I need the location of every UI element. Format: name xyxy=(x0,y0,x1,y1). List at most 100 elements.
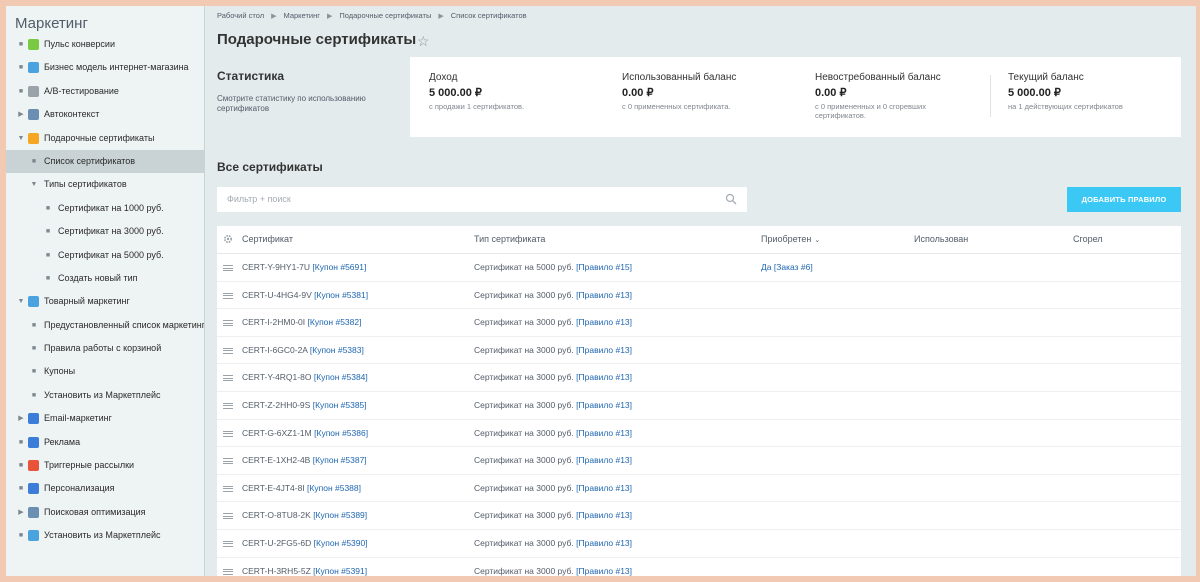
coupon-link[interactable]: [Купон #5389] xyxy=(313,510,367,520)
star-icon[interactable]: ☆ xyxy=(417,33,430,50)
gear-icon[interactable] xyxy=(223,234,233,244)
table-row: CERT-H-3RH5-5Z [Купон #5391] Сертификат н… xyxy=(217,558,1181,576)
sidebar-item[interactable]: ■ Персонализация xyxy=(6,477,204,500)
drag-handle-icon[interactable] xyxy=(223,292,233,299)
column-header[interactable]: Сгорел xyxy=(1073,234,1103,244)
sidebar-item[interactable]: ■ Сертификат на 3000 руб. xyxy=(6,220,204,243)
sidebar-item[interactable]: ▼ Типы сертификатов xyxy=(6,173,204,196)
add-rule-button[interactable]: ДОБАВИТЬ ПРАВИЛО xyxy=(1067,187,1181,212)
stat-column: Использованный баланс 0.00 ₽ с 0 примененн… xyxy=(622,72,762,111)
rule-link[interactable]: [Правило #13] xyxy=(576,538,632,548)
rule-link[interactable]: [Правило #13] xyxy=(576,510,632,520)
coupon-link[interactable]: [Купон #5383] xyxy=(310,345,364,355)
coupon-link[interactable]: [Купон #5388] xyxy=(307,483,361,493)
sidebar-item[interactable]: ■ Список сертификатов xyxy=(6,149,204,174)
sidebar-item[interactable]: ■ Создать новый тип xyxy=(6,267,204,290)
certificate-code: CERT-Y-9HY1-7U xyxy=(242,262,311,272)
rule-link[interactable]: [Правило #13] xyxy=(576,428,632,438)
rule-link[interactable]: [Правило #13] xyxy=(576,566,632,576)
drag-handle-icon[interactable] xyxy=(223,568,233,575)
chevron-down-icon: ▼ xyxy=(17,134,25,142)
certificate-cell: CERT-Z-2HH0-9S [Купон #5385] xyxy=(242,400,367,410)
sidebar-item[interactable]: ■ Правила работы с корзиной xyxy=(6,337,204,360)
certificate-code: CERT-E-4JT4-8I xyxy=(242,482,305,493)
sidebar-item[interactable]: ■ Установить из Маркетплейс xyxy=(6,524,204,547)
sidebar-item[interactable]: ▶ Автоконтекст xyxy=(6,103,204,126)
rule-link[interactable]: [Правило #13] xyxy=(576,317,632,327)
certificate-type-cell: Сертификат на 3000 руб. [Правило #13] xyxy=(474,345,632,355)
search-icon[interactable] xyxy=(725,193,737,205)
rule-link[interactable]: [Правило #15] xyxy=(576,262,632,272)
drag-handle-icon[interactable] xyxy=(223,458,233,465)
drag-handle-icon[interactable] xyxy=(223,375,233,382)
sidebar-item-label: Сертификат на 1000 руб. xyxy=(58,202,164,213)
drag-handle-icon[interactable] xyxy=(223,540,233,547)
rule-link[interactable]: [Правило #13] xyxy=(576,372,632,382)
column-header[interactable]: Тип сертификата xyxy=(474,234,545,244)
drag-handle-icon[interactable] xyxy=(223,430,233,437)
coupon-link[interactable]: [Купон #5381] xyxy=(314,290,368,300)
column-header[interactable]: Использован xyxy=(914,234,968,244)
bullet-icon: ■ xyxy=(31,157,37,165)
sidebar-item[interactable]: ■ Предустановленный список маркетингов xyxy=(6,314,204,337)
breadcrumb-item[interactable]: Подарочные сертификаты xyxy=(339,11,431,20)
sidebar-item-label: Купоны xyxy=(44,366,76,377)
coupon-link[interactable]: [Купон #5691] xyxy=(312,262,366,272)
sidebar-item[interactable]: ■ Бизнес модель интернет-магазина xyxy=(6,56,204,79)
drag-handle-icon[interactable] xyxy=(223,320,233,327)
breadcrumb-item[interactable]: Список сертификатов xyxy=(451,11,527,20)
drag-handle-icon[interactable] xyxy=(223,513,233,520)
rule-link[interactable]: [Правило #13] xyxy=(576,400,632,410)
coupon-link[interactable]: [Купон #5391] xyxy=(313,566,367,576)
drag-handle-icon[interactable] xyxy=(223,485,233,492)
sidebar-item[interactable]: ■ Реклама xyxy=(6,431,204,454)
sidebar-item[interactable]: ■ Установить из Маркетплейс xyxy=(6,384,204,407)
sidebar: Маркетинг ■ Пульс конверсии ■ Бизнес модель… xyxy=(6,6,205,576)
sidebar-item[interactable]: ■ A/B-тестирование xyxy=(6,80,204,103)
sidebar-item[interactable]: ■ Купоны xyxy=(6,360,204,383)
column-header[interactable]: Приобретен ⌄ xyxy=(761,234,820,244)
sort-chevron-icon[interactable]: ⌄ xyxy=(814,237,820,244)
sidebar-item-label: Установить из Маркетплейс xyxy=(44,389,161,400)
coupon-link[interactable]: [Купон #5390] xyxy=(314,538,368,548)
table-header: Сертификат Тип сертификата Приобретен ⌄ Испо… xyxy=(217,226,1181,254)
sidebar-item[interactable]: ▶ Email-маркетинг xyxy=(6,407,204,430)
sidebar-item[interactable]: ▼ Товарный маркетинг xyxy=(6,290,204,313)
drag-handle-icon[interactable] xyxy=(223,402,233,409)
sidebar-item[interactable]: ▶ Поисковая оптимизация xyxy=(6,501,204,524)
breadcrumb-item[interactable]: Рабочий стол xyxy=(217,11,264,20)
coupon-link[interactable]: [Купон #5385] xyxy=(313,400,367,410)
sidebar-item[interactable]: ■ Пульс конверсии xyxy=(6,33,204,56)
chevron-right-icon: ▶ xyxy=(438,13,444,20)
email-icon xyxy=(28,413,39,425)
stat-column: Невостребованный баланс 0.00 ₽ с 0 примене… xyxy=(815,72,955,120)
certificate-code: CERT-U-2FG5-6D xyxy=(242,537,312,548)
stat-header: Доход xyxy=(429,72,458,83)
coupon-link[interactable]: [Купон #5384] xyxy=(314,372,368,382)
breadcrumb-item[interactable]: Маркетинг xyxy=(283,11,319,20)
coupon-link[interactable]: [Купон #5387] xyxy=(313,455,367,465)
rule-link[interactable]: [Правило #13] xyxy=(576,455,632,465)
drag-handle-icon[interactable] xyxy=(223,265,233,271)
sidebar-item[interactable]: ■ Триггерные рассылки xyxy=(6,454,204,477)
search-input[interactable]: Фильтр + поиск xyxy=(217,187,747,212)
sidebar-item[interactable]: ▼ Подарочные сертификаты xyxy=(6,127,204,150)
rule-link[interactable]: [Правило #13] xyxy=(576,290,632,300)
rule-link[interactable]: [Правило #13] xyxy=(576,483,632,493)
app-frame: Маркетинг ■ Пульс конверсии ■ Бизнес модель… xyxy=(6,6,1196,576)
sidebar-item[interactable]: ■ Сертификат на 5000 руб. xyxy=(6,244,204,267)
coupon-link[interactable]: [Купон #5386] xyxy=(314,428,368,438)
sidebar-item[interactable]: ■ Сертификат на 1000 руб. xyxy=(6,197,204,220)
all-certificates-title: Все сертификаты xyxy=(217,160,323,174)
rule-link[interactable]: [Правило #13] xyxy=(576,345,632,355)
stat-subtext: с продажи 1 сертификатов. xyxy=(429,102,525,111)
certificate-cell: CERT-I-6GC0-2A [Купон #5383] xyxy=(242,345,364,355)
certificate-cell: CERT-Y-4RQ1-8O [Купон #5384] xyxy=(242,372,368,382)
order-link[interactable]: [Заказ #6] xyxy=(774,262,813,272)
certificate-code: CERT-E-1XH2-4B xyxy=(242,455,311,466)
certificate-code: CERT-I-6GC0-2A xyxy=(242,344,308,355)
drag-handle-icon[interactable] xyxy=(223,347,233,354)
column-header[interactable]: Сертификат xyxy=(242,234,293,244)
stats-description: Смотрите статистику по использованию сер… xyxy=(217,94,366,113)
coupon-link[interactable]: [Купон #5382] xyxy=(308,317,362,327)
